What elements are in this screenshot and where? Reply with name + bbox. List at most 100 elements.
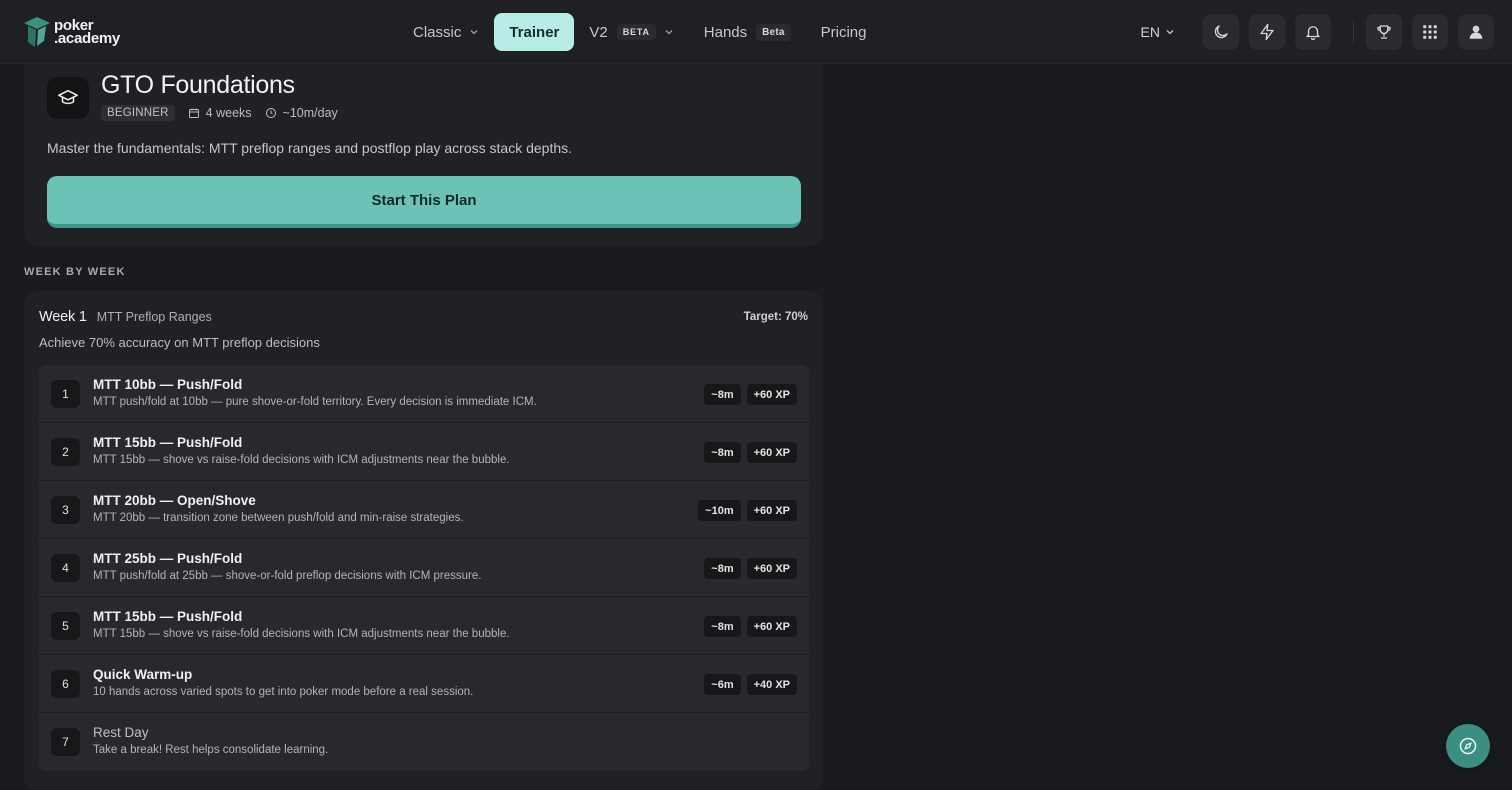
xp-tag: +60 XP: [746, 442, 797, 463]
lesson-list: 1 MTT 10bb — Push/Fold MTT push/fold at …: [39, 365, 809, 771]
moon-icon: [1214, 25, 1228, 39]
bolt-icon: [1260, 23, 1274, 41]
nav-hands-label: Hands: [703, 23, 748, 41]
plan-description: Master the fundamentals: MTT preflop ran…: [47, 140, 573, 156]
lesson-number: 2: [51, 438, 80, 466]
compass-icon: [1459, 737, 1477, 755]
xp-tag: +60 XP: [746, 384, 797, 405]
chevron-down-icon: [470, 30, 478, 35]
section-label: WEEK BY WEEK: [24, 266, 126, 278]
plan-card: GTO Foundations BEGINNER 4 weeks ~10m/da…: [24, 48, 823, 246]
lesson-tags: ~8m +60 XP: [698, 384, 797, 405]
lesson-tags: ~6m +40 XP: [698, 674, 797, 695]
time-tag: ~8m: [704, 442, 741, 463]
nav-classic-label: Classic: [413, 23, 462, 41]
toolbar: EN: [1141, 14, 1494, 50]
plan-duration-label: 4 weeks: [205, 106, 252, 120]
nav-pricing[interactable]: Pricing: [806, 13, 882, 51]
nav-v2-label: V2: [589, 23, 608, 41]
lesson-title: MTT 25bb — Push/Fold: [93, 551, 243, 566]
lesson-title: MTT 20bb — Open/Shove: [93, 493, 256, 508]
lesson-title: MTT 15bb — Push/Fold: [93, 435, 243, 450]
lesson-row[interactable]: 3 MTT 20bb — Open/Shove MTT 20bb — trans…: [39, 481, 809, 539]
lesson-tags: ~8m +60 XP: [698, 558, 797, 579]
plan-title: GTO Foundations: [101, 71, 295, 99]
lesson-row[interactable]: 5 MTT 15bb — Push/Fold MTT 15bb — shove …: [39, 597, 809, 655]
main-nav: Classic Trainer V2 BETA Hands Beta Prici…: [398, 13, 881, 51]
week-name: MTT Preflop Ranges: [96, 310, 212, 324]
profile-button[interactable]: [1458, 14, 1494, 50]
plan-duration: 4 weeks: [188, 106, 252, 120]
lesson-row[interactable]: 1 MTT 10bb — Push/Fold MTT push/fold at …: [39, 365, 809, 423]
apps-menu-button[interactable]: [1412, 14, 1448, 50]
start-plan-button[interactable]: Start This Plan: [47, 176, 801, 228]
lesson-number: 1: [51, 380, 80, 408]
week-target: Target: 70%: [743, 311, 808, 323]
nav-hands[interactable]: Hands Beta: [689, 13, 806, 51]
user-icon: [1469, 25, 1483, 39]
level-badge: BEGINNER: [101, 105, 175, 121]
logo-text: poker .academy: [54, 18, 120, 47]
plan-icon-tile: [47, 77, 89, 119]
beta-badge: BETA: [616, 24, 656, 40]
lesson-row[interactable]: 2 MTT 15bb — Push/Fold MTT 15bb — shove …: [39, 423, 809, 481]
time-tag: ~6m: [704, 674, 741, 695]
beta-badge: Beta: [756, 23, 791, 41]
plan-daily-time: ~10m/day: [265, 106, 338, 120]
nav-v2[interactable]: V2 BETA: [574, 13, 688, 51]
chevron-down-icon: [665, 30, 673, 35]
logo-mark-icon: [22, 15, 52, 49]
lesson-subtitle: Take a break! Rest helps consolidate lea…: [93, 744, 329, 756]
toolbar-divider: [1353, 20, 1354, 44]
trophy-icon: [1377, 25, 1391, 39]
lesson-row[interactable]: 6 Quick Warm-up 10 hands across varied s…: [39, 655, 809, 713]
time-tag: ~8m: [704, 558, 741, 579]
leaderboard-button[interactable]: [1366, 14, 1402, 50]
quick-play-button[interactable]: [1249, 14, 1285, 50]
time-tag: ~8m: [704, 616, 741, 637]
lesson-tags: ~8m +60 XP: [698, 442, 797, 463]
logo-line-2: .academy: [54, 29, 120, 47]
xp-tag: +60 XP: [746, 558, 797, 579]
language-label: EN: [1140, 24, 1160, 40]
lesson-subtitle: 10 hands across varied spots to get into…: [93, 686, 474, 698]
top-navigation-bar: poker .academy Classic Trainer V2 BETA H…: [0, 0, 1512, 64]
lesson-number: 5: [51, 612, 80, 640]
lesson-number: 4: [51, 554, 80, 582]
logo[interactable]: poker .academy: [22, 15, 120, 49]
lesson-tags: ~10m +60 XP: [692, 500, 797, 521]
explore-button[interactable]: [1446, 724, 1490, 768]
lesson-subtitle: MTT push/fold at 25bb — shove-or-fold pr…: [93, 570, 482, 582]
nav-trainer[interactable]: Trainer: [494, 13, 575, 51]
lesson-title: MTT 10bb — Push/Fold: [93, 377, 243, 392]
lesson-tags: ~8m +60 XP: [698, 616, 797, 637]
time-tag: ~8m: [704, 384, 741, 405]
xp-tag: +60 XP: [746, 616, 797, 637]
lesson-number: 7: [51, 728, 80, 756]
language-selector[interactable]: EN: [1141, 24, 1175, 40]
lesson-title: Quick Warm-up: [93, 667, 193, 682]
week-header: Week 1 MTT Preflop Ranges: [39, 309, 212, 325]
xp-tag: +40 XP: [746, 674, 797, 695]
lesson-subtitle: MTT 15bb — shove vs raise-fold decisions…: [93, 454, 510, 466]
notifications-button[interactable]: [1295, 14, 1331, 50]
theme-toggle-button[interactable]: [1203, 14, 1239, 50]
week-number: Week 1: [39, 309, 87, 325]
grid-icon: [1423, 25, 1437, 39]
time-tag: ~10m: [698, 500, 741, 521]
lesson-number: 6: [51, 670, 80, 698]
calendar-icon: [188, 108, 199, 118]
lesson-title: Rest Day: [93, 725, 149, 740]
nav-trainer-label: Trainer: [509, 23, 560, 41]
bell-icon: [1306, 26, 1320, 41]
nav-classic[interactable]: Classic: [398, 13, 494, 51]
week-description: Achieve 70% accuracy on MTT preflop deci…: [39, 335, 320, 350]
week-card: Week 1 MTT Preflop Ranges Target: 70% Ac…: [24, 291, 823, 790]
graduation-cap-icon: [58, 89, 78, 105]
chevron-down-icon: [1166, 30, 1174, 35]
lesson-row[interactable]: 4 MTT 25bb — Push/Fold MTT push/fold at …: [39, 539, 809, 597]
lesson-row-rest-day: 7 Rest Day Take a break! Rest helps cons…: [39, 713, 809, 771]
lesson-subtitle: MTT push/fold at 10bb — pure shove-or-fo…: [93, 396, 537, 408]
plan-meta: BEGINNER 4 weeks ~10m/day: [101, 105, 338, 121]
lesson-subtitle: MTT 20bb — transition zone between push/…: [93, 512, 464, 524]
